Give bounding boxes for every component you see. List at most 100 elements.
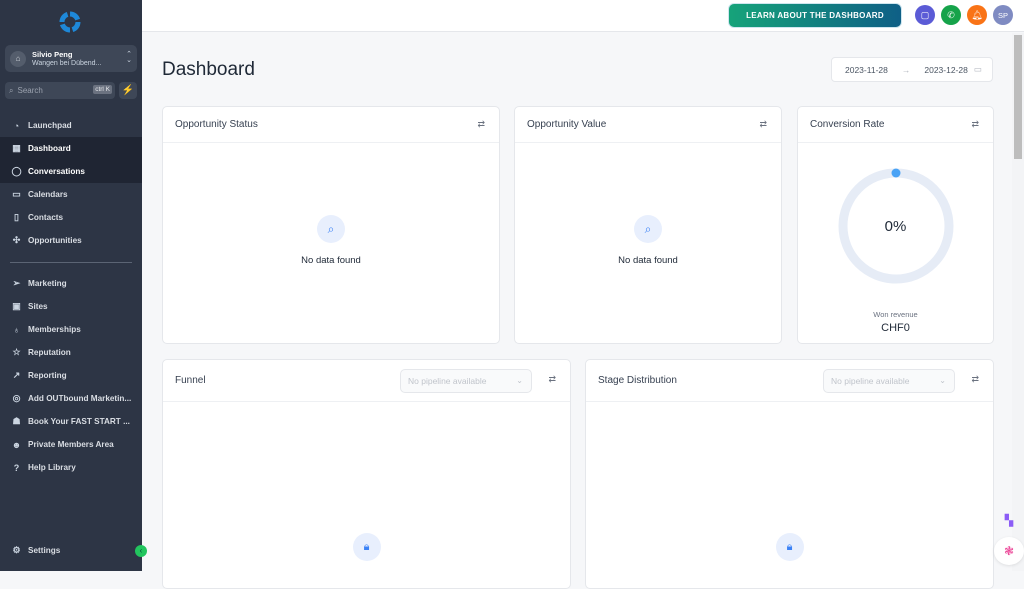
lock-icon: 🔒︎ — [775, 533, 804, 561]
brain-icon: ❃ — [1003, 544, 1015, 558]
viber-icon: ◎ — [12, 393, 21, 403]
pipeline-select[interactable]: No pipeline available ⌄ — [823, 369, 955, 393]
sidebar-item-label: Help Library — [28, 463, 76, 472]
sidebar-item-opportunities[interactable]: ✣ Opportunities — [0, 229, 142, 252]
sidebar-item-label: Launchpad — [28, 121, 72, 130]
date-start: 2023-11-28 — [845, 64, 888, 75]
scrollbar-thumb[interactable] — [1014, 35, 1022, 159]
sidebar-item-book-fast-start[interactable]: ☗ Book Your FAST START ... — [0, 410, 142, 433]
page-title: Dashboard — [162, 59, 255, 80]
sidebar: ⌂ Silvio Peng Wangen bei Dübend... ⌃ ⌄ ⌕ … — [0, 0, 142, 571]
sidebar-item-label: Contacts — [28, 213, 64, 222]
browser-window-icon: ▣ — [12, 301, 21, 311]
trend-up-icon: ↗ — [12, 370, 21, 380]
vertical-scrollbar[interactable] — [1012, 33, 1024, 571]
sidebar-item-dashboard[interactable]: ▦ Dashboard — [0, 137, 142, 160]
search-icon: ⌕ — [634, 215, 662, 243]
sidebar-item-calendars[interactable]: ▭ Calendars — [0, 183, 142, 206]
opportunity-status-card: Opportunity Status ⇄ ⌕ No data found — [162, 106, 500, 344]
phone-button[interactable]: ✆ — [941, 5, 961, 25]
phone-icon: ✆ — [947, 9, 955, 20]
account-name: Silvio Peng — [32, 49, 73, 59]
opportunity-value-card: Opportunity Value ⇄ ⌕ No data found — [514, 106, 782, 344]
app-logo[interactable] — [58, 10, 82, 34]
chat-bubble-icon: ◯ — [11, 166, 22, 176]
stage-distribution-card: Stage Distribution No pipeline available… — [585, 359, 994, 589]
sidebar-divider — [10, 262, 132, 263]
search-icon: ⌕ — [9, 85, 14, 95]
lock-icon: 🔒︎ — [352, 533, 381, 561]
chat-widget-button[interactable]: ▢ — [915, 5, 935, 25]
sidebar-item-help-library[interactable]: ? Help Library — [0, 456, 142, 479]
filter-settings-icon[interactable]: ⇄ — [759, 119, 767, 130]
rocket-icon: ◔ — [13, 120, 20, 131]
sidebar-nav-secondary: ➢ Marketing ▣ Sites ♁ Memberships ☆ Reputati… — [0, 272, 142, 479]
sidebar-item-sites[interactable]: ▣ Sites — [0, 295, 142, 318]
sidebar-nav-primary: ◔ Launchpad ▦ Dashboard ◯ Conversations ▭ Ca… — [0, 114, 142, 252]
sidebar-item-label: Add OUTbound Marketin... — [28, 394, 132, 403]
card-title: Stage Distribution — [598, 375, 677, 386]
gauge-indicator — [891, 168, 901, 178]
filter-settings-icon[interactable]: ⇄ — [971, 119, 979, 130]
award-icon: ♁ — [13, 324, 20, 335]
user-avatar[interactable]: SP — [993, 5, 1013, 25]
collapse-sidebar-button[interactable]: ‹ — [135, 545, 147, 557]
account-switcher[interactable]: ⌂ Silvio Peng Wangen bei Dübend... ⌃ ⌄ — [5, 45, 137, 72]
learn-about-dashboard-button[interactable]: LEARN ABOUT THE DASHBOARD — [728, 3, 902, 28]
quick-action-button[interactable]: ⚡ — [119, 82, 137, 99]
sidebar-item-memberships[interactable]: ♁ Memberships — [0, 318, 142, 341]
sidebar-item-label: Conversations — [28, 167, 85, 176]
user-group-icon: ☻ — [11, 439, 22, 450]
translate-icon: ▚ — [1004, 514, 1014, 527]
date-end: 2023-12-28 — [924, 64, 968, 75]
sidebar-item-settings[interactable]: ⚙ Settings — [0, 539, 142, 562]
pipeline-select-value: No pipeline available — [831, 376, 910, 386]
star-icon: ☆ — [12, 347, 21, 357]
card-title: Conversion Rate — [810, 119, 885, 130]
arrow-right-icon: → — [901, 64, 911, 75]
sidebar-item-label: Opportunities — [28, 236, 82, 245]
chevron-down-icon: ⌄ — [516, 376, 523, 385]
sidebar-item-conversations[interactable]: ◯ Conversations — [0, 160, 142, 183]
filter-settings-icon[interactable]: ⇄ — [971, 374, 979, 385]
search-placeholder: Search — [17, 86, 43, 95]
empty-state-text: No data found — [301, 255, 361, 266]
main-content: Dashboard 2023-11-28 → 2023-12-28 ▭ Oppo… — [142, 33, 1012, 589]
sidebar-settings: ⚙ Settings — [0, 539, 142, 562]
card-title: Opportunity Value — [527, 119, 607, 130]
filter-settings-icon[interactable]: ⇄ — [548, 374, 556, 385]
chat-icon: ▢ — [920, 9, 930, 20]
gear-icon: ⚙ — [12, 545, 21, 555]
opportunities-icon: ✣ — [12, 235, 21, 245]
account-location: Wangen bei Dübend... — [32, 59, 102, 67]
conversion-rate-card: Conversion Rate ⇄ 0% Won revenue CHF0 — [797, 106, 994, 344]
top-bar: LEARN ABOUT THE DASHBOARD ▢ ✆ 🔔︎ SP — [142, 0, 1024, 32]
sidebar-item-label: Settings — [28, 546, 61, 555]
sidebar-item-label: Dashboard — [28, 144, 71, 153]
date-range-picker[interactable]: 2023-11-28 → 2023-12-28 ▭ — [831, 57, 993, 82]
card-title: Opportunity Status — [175, 119, 258, 130]
sidebar-item-label: Memberships — [28, 325, 81, 334]
sidebar-item-add-outbound-marketing[interactable]: ◎ Add OUTbound Marketin... — [0, 387, 142, 410]
filter-settings-icon[interactable]: ⇄ — [477, 119, 485, 130]
address-book-icon: ▯ — [14, 212, 19, 222]
chevron-down-icon: ⌄ — [939, 376, 946, 385]
sidebar-item-private-members-area[interactable]: ☻ Private Members Area — [0, 433, 142, 456]
ai-assistant-button[interactable]: ❃ — [994, 537, 1024, 565]
translate-widget-button[interactable]: ▚ — [998, 509, 1020, 531]
pipeline-select[interactable]: No pipeline available ⌄ — [400, 369, 532, 393]
users-group-icon: ☗ — [12, 416, 21, 426]
sidebar-item-label: Book Your FAST START ... — [28, 417, 130, 426]
sidebar-item-reputation[interactable]: ☆ Reputation — [0, 341, 142, 364]
sidebar-item-marketing[interactable]: ➢ Marketing — [0, 272, 142, 295]
calendar-icon: ▭ — [12, 189, 21, 199]
funnel-card: Funnel No pipeline available ⌄ ⇄ 🔒︎ — [162, 359, 571, 589]
sidebar-item-reporting[interactable]: ↗ Reporting — [0, 364, 142, 387]
search-input[interactable]: ⌕ Search ctrl K — [5, 82, 115, 99]
search-icon: ⌕ — [317, 215, 345, 243]
notifications-button[interactable]: 🔔︎ — [967, 5, 987, 25]
sidebar-item-launchpad[interactable]: ◔ Launchpad — [0, 114, 142, 137]
sidebar-item-contacts[interactable]: ▯ Contacts — [0, 206, 142, 229]
card-title: Funnel — [175, 375, 206, 386]
calendar-icon: ▭ — [973, 64, 982, 74]
